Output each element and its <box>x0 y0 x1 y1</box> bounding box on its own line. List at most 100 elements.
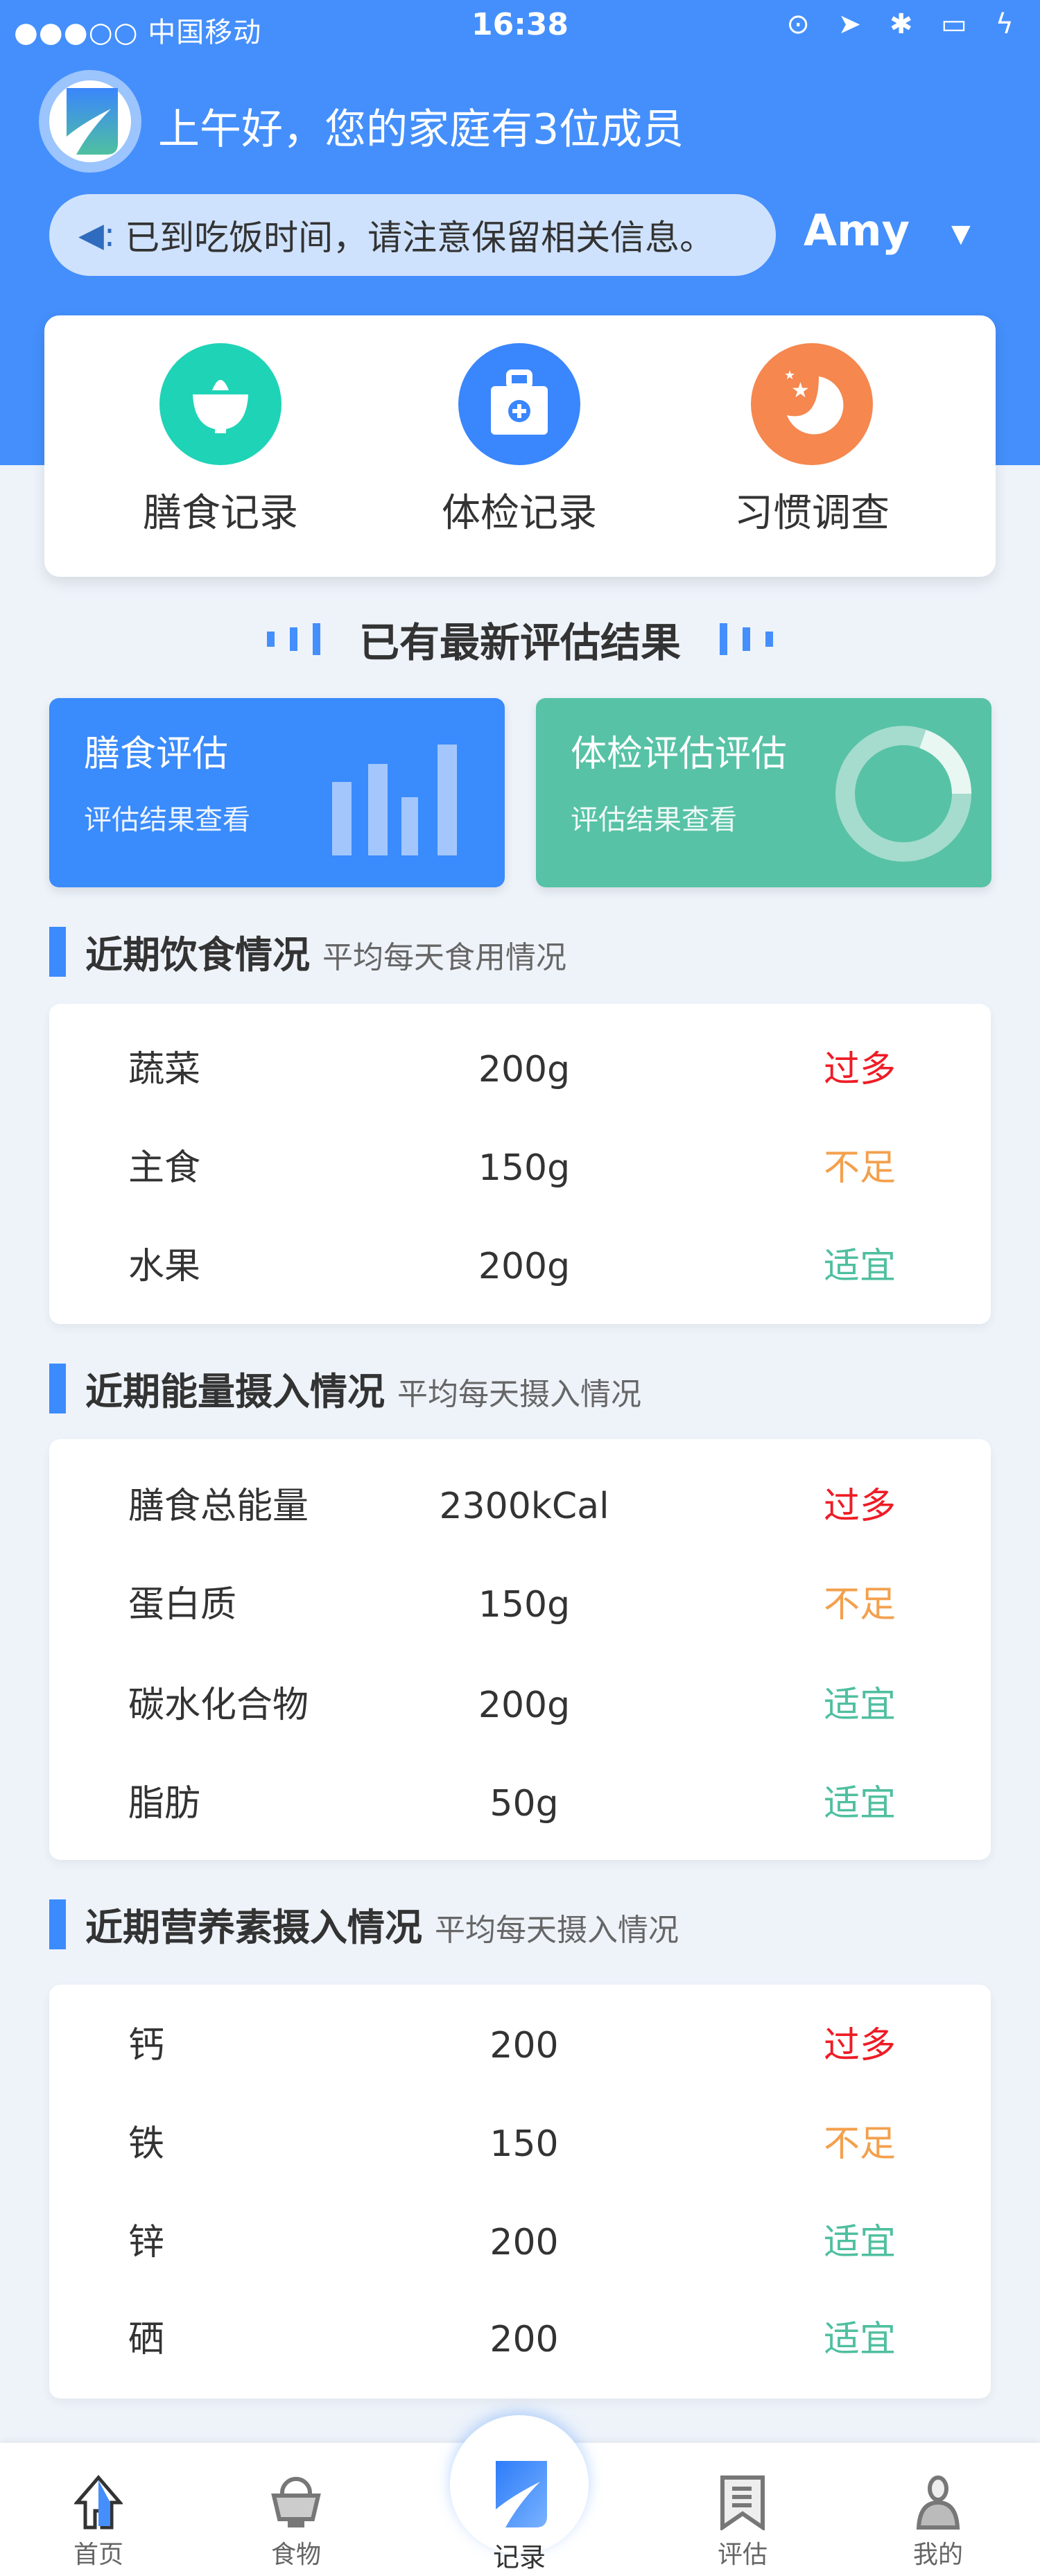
item-value: 50g <box>489 1783 559 1825</box>
quick-action-label: 习惯调查 <box>734 491 890 536</box>
item-name: 钙 <box>128 2025 165 2066</box>
avatar[interactable] <box>39 70 141 173</box>
table-row[interactable]: 钙 200 过多 <box>49 2011 991 2080</box>
tab-label: 食物 <box>270 2541 321 2569</box>
home-icon <box>29 2468 168 2537</box>
table-row[interactable]: 蛋白质 150g 不足 <box>49 1570 991 1639</box>
table-row[interactable]: 主食 150g 不足 <box>49 1133 991 1203</box>
moon-star-icon: ★ ★ <box>751 343 873 465</box>
section-table: 蔬菜 200g 过多主食 150g 不足水果 200g 适宜 <box>49 1004 991 1324</box>
checkup-eval-card[interactable]: 体检评估评估 评估结果查看 <box>536 698 991 887</box>
status-badge: 适宜 <box>823 2222 896 2263</box>
section-accent-bar <box>49 1899 66 1949</box>
table-row[interactable]: 铁 150 不足 <box>49 2109 991 2179</box>
user-name: Amy <box>804 205 910 256</box>
status-badge: 不足 <box>823 1584 896 1626</box>
item-name: 蔬菜 <box>128 1049 201 1090</box>
eval-heading-text: 已有最新评估结果 <box>358 619 681 666</box>
item-name: 硒 <box>128 2319 165 2360</box>
item-value: 200g <box>478 1246 571 1287</box>
item-value: 150g <box>478 1147 571 1189</box>
section-accent-bar <box>49 1363 66 1413</box>
diet-eval-card[interactable]: 膳食评估 评估结果查看 <box>49 698 505 887</box>
tab-label: 评估 <box>717 2541 768 2569</box>
status-bar: ●●●○○ 中国移动 16:38 ⊙ ➤ ✱ ▭ ϟ <box>0 0 1040 53</box>
record-icon <box>450 2460 589 2529</box>
table-row[interactable]: 碳水化合物 200g 适宜 <box>49 1671 991 1740</box>
food-icon <box>227 2468 365 2537</box>
table-row[interactable]: 膳食总能量 2300kCal 过多 <box>49 1472 991 1541</box>
evaluation-icon <box>673 2468 812 2537</box>
item-value: 200g <box>478 1049 571 1090</box>
tab-profile[interactable]: 我的 <box>869 2468 1007 2570</box>
tab-record[interactable]: 记录 <box>450 2460 589 2574</box>
speaker-icon: ◀: <box>78 216 116 254</box>
profile-icon <box>869 2468 1007 2537</box>
quick-action-2[interactable]: 体检记录 <box>415 343 623 538</box>
svg-text:★: ★ <box>784 369 795 383</box>
user-switcher[interactable]: Amy ▼ <box>804 205 971 256</box>
bar-chart-icon <box>332 745 457 855</box>
donut-chart-icon <box>835 726 971 862</box>
app-logo-icon <box>67 88 118 155</box>
section-subtitle: 平均每天摄入情况 <box>397 1377 641 1412</box>
item-name: 水果 <box>128 1246 201 1287</box>
item-value: 150g <box>478 1584 571 1626</box>
section-title: 近期能量摄入情况 <box>85 1370 385 1413</box>
tab-home[interactable]: 首页 <box>29 2468 168 2570</box>
tab-label: 我的 <box>912 2541 963 2569</box>
tab-evaluation[interactable]: 评估 <box>673 2468 812 2570</box>
status-badge: 过多 <box>823 1049 896 1090</box>
item-value: 200g <box>478 1685 571 1726</box>
status-badge: 过多 <box>823 1486 896 1527</box>
tab-label: 记录 <box>492 2542 546 2573</box>
section-title: 近期饮食情况 <box>85 933 310 977</box>
status-badge: 过多 <box>823 2025 896 2066</box>
rice-bowl-icon <box>159 343 281 465</box>
table-row[interactable]: 水果 200g 适宜 <box>49 1232 991 1301</box>
item-name: 主食 <box>128 1147 201 1189</box>
item-name: 铁 <box>128 2123 165 2165</box>
section-heading: 近期能量摄入情况 平均每天摄入情况 <box>49 1361 641 1416</box>
decor-bars-icon <box>720 623 773 655</box>
decor-bars-icon <box>266 623 320 655</box>
quick-action-label: 膳食记录 <box>143 491 298 536</box>
status-badge: 适宜 <box>823 2319 896 2360</box>
item-name: 锌 <box>128 2222 165 2263</box>
quick-action-3[interactable]: ★ ★ 习惯调查 <box>708 343 916 538</box>
table-row[interactable]: 蔬菜 200g 过多 <box>49 1035 991 1104</box>
section-title: 近期营养素摄入情况 <box>85 1906 422 1949</box>
medical-kit-icon <box>458 343 580 465</box>
status-badge: 适宜 <box>823 1783 896 1825</box>
item-name: 脂肪 <box>128 1783 201 1825</box>
status-icons: ⊙ ➤ ✱ ▭ ϟ <box>786 8 1023 40</box>
item-name: 蛋白质 <box>128 1584 237 1626</box>
section-subtitle: 平均每天摄入情况 <box>435 1913 679 1948</box>
section-heading: 近期营养素摄入情况 平均每天摄入情况 <box>49 1897 679 1951</box>
table-row[interactable]: 硒 200 适宜 <box>49 2305 991 2374</box>
section-table: 钙 200 过多铁 150 不足锌 200 适宜硒 200 适宜 <box>49 1985 991 2399</box>
section-heading: 近期饮食情况 平均每天食用情况 <box>49 924 566 979</box>
section-subtitle: 平均每天食用情况 <box>322 940 566 975</box>
item-value: 200 <box>489 2319 559 2360</box>
tab-label: 首页 <box>73 2541 123 2569</box>
table-row[interactable]: 锌 200 适宜 <box>49 2208 991 2277</box>
status-badge: 适宜 <box>823 1246 896 1287</box>
status-badge: 适宜 <box>823 1685 896 1726</box>
greeting: 上午好，您的家庭有3位成员 <box>158 105 684 154</box>
status-badge: 不足 <box>823 1147 896 1189</box>
quick-action-1[interactable]: 膳食记录 <box>116 343 324 538</box>
notice-banner[interactable]: ◀: 已到吃饭时间，请注意保留相关信息。 <box>49 194 776 276</box>
chevron-down-icon: ▼ <box>951 220 971 248</box>
item-name: 碳水化合物 <box>128 1685 309 1726</box>
item-value: 150 <box>489 2123 559 2165</box>
quick-actions-card: 膳食记录 体检记录 ★ ★ 习惯调查 <box>44 315 996 577</box>
item-name: 膳食总能量 <box>128 1486 309 1527</box>
tab-food[interactable]: 食物 <box>227 2468 365 2570</box>
item-value: 200 <box>489 2025 559 2066</box>
status-badge: 不足 <box>823 2123 896 2165</box>
item-value: 2300kCal <box>439 1486 609 1527</box>
table-row[interactable]: 脂肪 50g 适宜 <box>49 1769 991 1838</box>
section-table: 膳食总能量 2300kCal 过多 蛋白质 150g 不足 碳水化合物 200g 适宜 脂肪 50g… <box>49 1439 991 1860</box>
notice-text: 已到吃饭时间，请注意保留相关信息。 <box>125 218 715 258</box>
